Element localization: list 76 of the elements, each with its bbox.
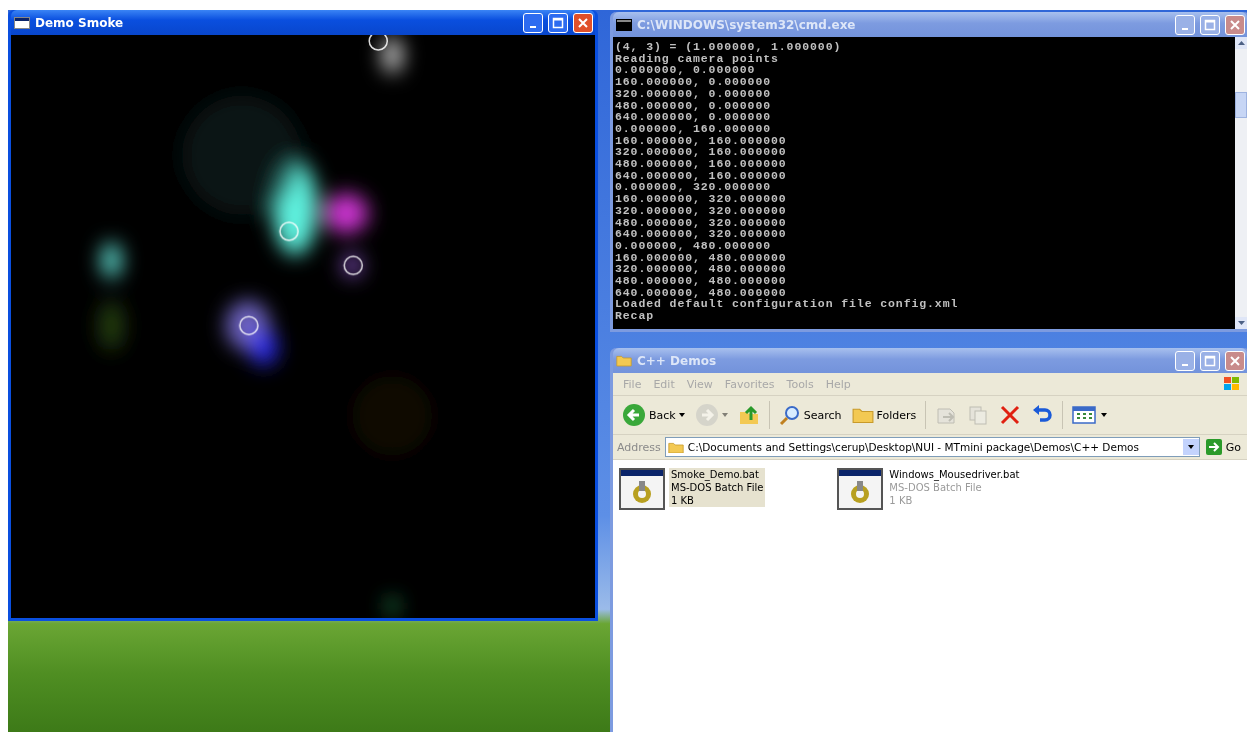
console-line: 480.000000, 160.000000 <box>615 158 788 170</box>
close-icon <box>1229 18 1241 31</box>
caret-icon <box>1187 445 1194 449</box>
console-line: 480.000000, 480.000000 <box>615 275 788 287</box>
console-line: 160.000000, 160.000000 <box>615 134 788 147</box>
console-line: 320.000000, 320.000000 <box>615 204 788 217</box>
search-icon <box>778 404 801 426</box>
console-line: 640.000000, 480.000000 <box>615 286 788 299</box>
address-label: Address <box>617 440 661 454</box>
folder-up-icon <box>737 404 760 426</box>
minimize-icon <box>1182 27 1188 30</box>
console-line: Recap <box>615 310 655 322</box>
minimize-icon <box>1182 363 1188 366</box>
console-line: 640.000000, 0.000000 <box>615 111 773 123</box>
console-line: Loaded default configuration file config.xml <box>615 298 960 311</box>
file-item[interactable]: Smoke_Demo.bat MS-DOS Batch File 1 KB <box>669 468 766 507</box>
maximize-button[interactable] <box>548 12 568 33</box>
maximize-icon <box>1204 18 1216 31</box>
close-icon <box>577 16 589 29</box>
up-arrow-icon <box>1237 41 1245 45</box>
back-button[interactable]: Back <box>619 401 688 429</box>
folders-button[interactable]: Folders <box>848 404 920 426</box>
batch-file-icon <box>837 468 884 510</box>
copy-to-icon <box>967 404 990 426</box>
folder-icon <box>851 406 874 424</box>
scroll-thumb[interactable] <box>1235 92 1247 118</box>
console-line: 0.000000, 320.000000 <box>615 181 773 194</box>
go-arrow-icon <box>1205 439 1222 455</box>
caret-icon <box>678 413 685 417</box>
window-title: C++ Demos <box>637 353 718 368</box>
flag-logo-icon <box>1223 376 1241 392</box>
maximize-button[interactable] <box>1200 14 1220 35</box>
console-line: 640.000000, 320.000000 <box>615 228 788 240</box>
maximize-icon <box>552 16 564 29</box>
console-line: 320.000000, 0.000000 <box>615 87 773 100</box>
batch-file-icon <box>619 468 665 510</box>
console-line: Reading camera points <box>615 52 779 65</box>
delete-x-icon <box>999 404 1022 426</box>
console-line: (4, 3) = (1.000000, 1.000000) <box>615 41 843 53</box>
minimize-button[interactable] <box>523 12 543 33</box>
console-line: 160.000000, 480.000000 <box>615 251 788 264</box>
go-button[interactable]: Go <box>1203 439 1243 455</box>
console-line: 160.000000, 0.000000 <box>615 76 773 88</box>
console-icon <box>616 18 632 31</box>
console-line: 0.000000, 480.000000 <box>615 239 773 252</box>
window-title: C:\WINDOWS\system32\cmd.exe <box>637 17 857 32</box>
close-button[interactable] <box>573 12 593 33</box>
folder-icon <box>667 440 684 454</box>
app-icon <box>14 16 30 29</box>
search-button[interactable]: Search <box>775 402 845 428</box>
console-line: 480.000000, 0.000000 <box>615 99 773 112</box>
maximize-button[interactable] <box>1200 350 1220 371</box>
window-title: Demo Smoke <box>35 15 125 30</box>
close-button[interactable] <box>1225 14 1245 35</box>
address-field[interactable]: C:\Documents and Settings\cerup\Desktop\NUI - MTmini package\Demos\C++ Demos <box>664 437 1200 457</box>
console-line: 320.000000, 480.000000 <box>615 263 788 276</box>
folder-icon <box>616 354 632 367</box>
close-button[interactable] <box>1225 350 1245 371</box>
console-line: 320.000000, 160.000000 <box>615 146 788 159</box>
file-item[interactable]: Windows_Mousedriver.bat MS-DOS Batch File 1 KB <box>887 468 1022 507</box>
console-line: 640.000000, 160.000000 <box>615 169 788 182</box>
scrollbar[interactable] <box>1235 37 1247 329</box>
caret-icon <box>721 413 728 417</box>
minimize-button[interactable] <box>1175 14 1195 35</box>
console-line: 480.000000, 320.000000 <box>615 216 788 229</box>
close-icon <box>1229 354 1241 367</box>
caret-icon <box>1101 413 1108 417</box>
console-line: 0.000000, 0.000000 <box>615 64 756 77</box>
console-line: 0.000000, 160.000000 <box>615 122 773 135</box>
minimize-icon <box>530 25 536 28</box>
views-grid-icon <box>1072 405 1099 425</box>
dropdown-button[interactable] <box>1182 439 1199 455</box>
console-line: 160.000000, 320.000000 <box>615 193 788 205</box>
minimize-button[interactable] <box>1175 350 1195 371</box>
down-arrow-icon <box>1237 321 1245 325</box>
maximize-icon <box>1204 354 1216 367</box>
